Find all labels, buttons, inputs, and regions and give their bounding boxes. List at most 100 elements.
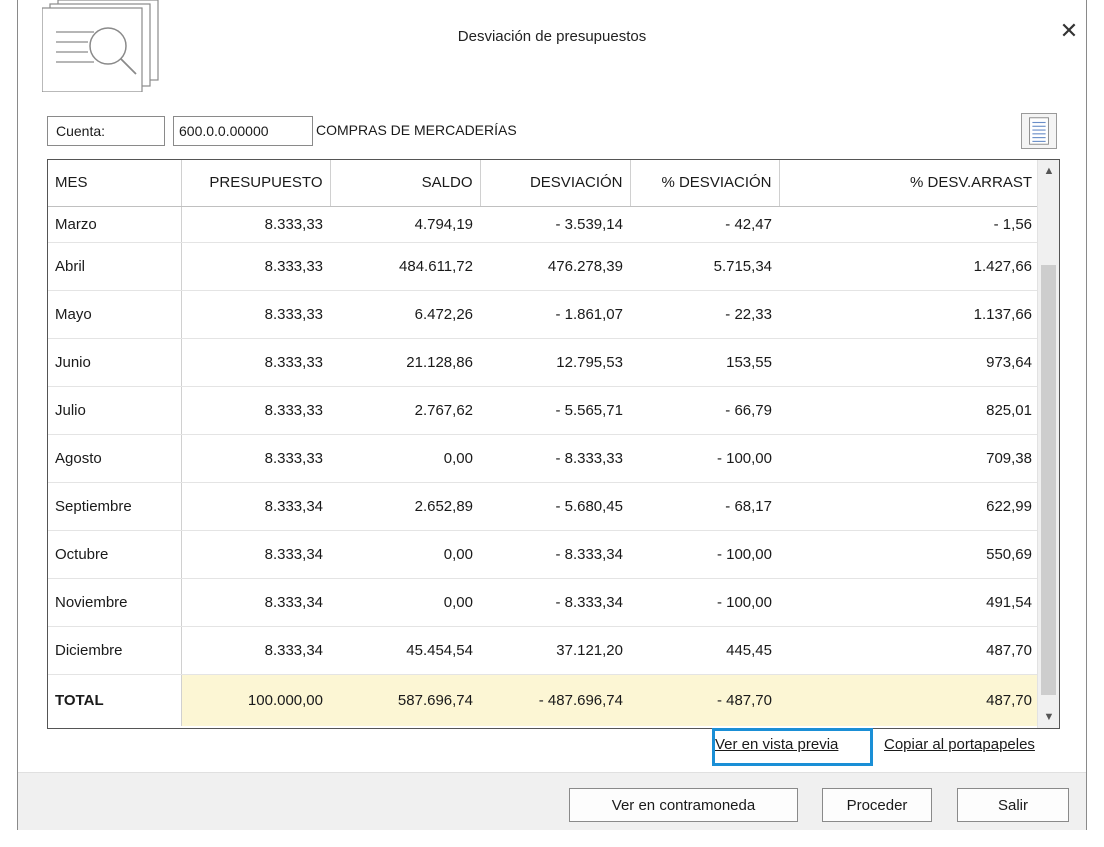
month-cell: Julio [48,386,182,435]
column-header-pct-desviacion[interactable]: % DESVIACIÓN [630,160,780,207]
total-budget-cell: 100.000,00 [181,674,330,726]
table-row[interactable]: Junio 8.333,33 21.128,86 12.795,53 153,5… [48,338,1039,387]
budget-cell: 8.333,33 [181,290,330,339]
budget-cell: 8.333,33 [181,206,330,243]
budget-cell: 8.333,34 [181,482,330,531]
pct-cumulative-cell: 1.137,66 [779,290,1039,339]
table-row[interactable]: Septiembre 8.333,34 2.652,89 - 5.680,45 … [48,482,1039,531]
budget-deviation-grid[interactable]: MES PRESUPUESTO SALDO DESVIACIÓN % DESVI… [47,159,1060,729]
deviation-cell: 37.121,20 [480,626,630,675]
total-deviation-cell: - 487.696,74 [480,674,630,726]
scrollbar-thumb[interactable] [1041,265,1056,695]
balance-cell: 4.794,19 [330,206,480,243]
salir-button[interactable]: Salir [957,788,1069,822]
budget-cell: 8.333,34 [181,530,330,579]
pct-cumulative-cell: - 1,56 [779,206,1039,243]
pct-deviation-cell: - 42,47 [630,206,779,243]
dialog-title: Desviación de presupuestos [457,28,647,45]
budget-table: MES PRESUPUESTO SALDO DESVIACIÓN % DESVI… [48,160,1039,726]
column-header-mes[interactable]: MES [48,160,182,207]
balance-cell: 0,00 [330,434,480,483]
month-cell: Diciembre [48,626,182,675]
column-header-pct-desv-arrast[interactable]: % DESV.ARRAST [779,160,1039,207]
table-row[interactable]: Diciembre 8.333,34 45.454,54 37.121,20 4… [48,626,1039,675]
proceder-button[interactable]: Proceder [822,788,932,822]
balance-cell: 6.472,26 [330,290,480,339]
table-row[interactable]: Marzo 8.333,33 4.794,19 - 3.539,14 - 42,… [48,206,1039,243]
month-cell: Mayo [48,290,182,339]
month-cell: Marzo [48,206,182,243]
document-search-icon [42,0,159,92]
balance-cell: 2.767,62 [330,386,480,435]
dialog-window: Desviación de presupuestos ✕ Cuenta: 600… [17,0,1087,830]
budget-cell: 8.333,33 [181,338,330,387]
scroll-down-icon[interactable]: ▼ [1038,706,1059,728]
contramoneda-button[interactable]: Ver en contramoneda [569,788,798,822]
balance-cell: 2.652,89 [330,482,480,531]
deviation-cell: - 3.539,14 [480,206,630,243]
total-row[interactable]: TOTAL 100.000,00 587.696,74 - 487.696,74… [48,674,1039,726]
month-cell: Noviembre [48,578,182,627]
budget-cell: 8.333,34 [181,626,330,675]
deviation-cell: - 1.861,07 [480,290,630,339]
pct-deviation-cell: 445,45 [630,626,779,675]
month-cell: Abril [48,242,182,291]
deviation-cell: - 8.333,33 [480,434,630,483]
month-cell: Junio [48,338,182,387]
table-header-row: MES PRESUPUESTO SALDO DESVIACIÓN % DESVI… [48,160,1039,207]
table-row[interactable]: Julio 8.333,33 2.767,62 - 5.565,71 - 66,… [48,386,1039,435]
pct-cumulative-cell: 491,54 [779,578,1039,627]
list-icon[interactable] [1021,113,1057,149]
pct-deviation-cell: - 100,00 [630,530,779,579]
preview-link[interactable]: Ver en vista previa [715,736,838,753]
balance-cell: 484.611,72 [330,242,480,291]
budget-cell: 8.333,34 [181,578,330,627]
pct-cumulative-cell: 550,69 [779,530,1039,579]
balance-cell: 0,00 [330,530,480,579]
deviation-cell: - 5.565,71 [480,386,630,435]
pct-deviation-cell: - 100,00 [630,434,779,483]
table-row[interactable]: Mayo 8.333,33 6.472,26 - 1.861,07 - 22,3… [48,290,1039,339]
account-code-field[interactable]: 600.0.0.00000 [173,116,313,146]
table-row[interactable]: Abril 8.333,33 484.611,72 476.278,39 5.7… [48,242,1039,291]
deviation-cell: 12.795,53 [480,338,630,387]
close-icon[interactable]: ✕ [1056,18,1082,44]
budget-cell: 8.333,33 [181,242,330,291]
table-row[interactable]: Noviembre 8.333,34 0,00 - 8.333,34 - 100… [48,578,1039,627]
pct-deviation-cell: 153,55 [630,338,779,387]
pct-deviation-cell: - 100,00 [630,578,779,627]
pct-deviation-cell: - 22,33 [630,290,779,339]
pct-cumulative-cell: 825,01 [779,386,1039,435]
total-balance-cell: 587.696,74 [330,674,480,726]
budget-cell: 8.333,33 [181,434,330,483]
vertical-scrollbar[interactable]: ▲ ▼ [1037,160,1059,728]
balance-cell: 21.128,86 [330,338,480,387]
balance-cell: 45.454,54 [330,626,480,675]
pct-cumulative-cell: 709,38 [779,434,1039,483]
pct-deviation-cell: - 68,17 [630,482,779,531]
pct-cumulative-cell: 1.427,66 [779,242,1039,291]
balance-cell: 0,00 [330,578,480,627]
column-header-desviacion[interactable]: DESVIACIÓN [480,160,631,207]
pct-cumulative-cell: 973,64 [779,338,1039,387]
budget-cell: 8.333,33 [181,386,330,435]
total-pct-deviation-cell: - 487,70 [630,674,779,726]
month-cell: Septiembre [48,482,182,531]
column-header-saldo[interactable]: SALDO [330,160,481,207]
total-label: TOTAL [48,674,182,726]
pct-deviation-cell: - 66,79 [630,386,779,435]
pct-cumulative-cell: 487,70 [779,626,1039,675]
copy-to-clipboard-link[interactable]: Copiar al portapapeles [884,736,1035,753]
table-row[interactable]: Agosto 8.333,33 0,00 - 8.333,33 - 100,00… [48,434,1039,483]
table-row[interactable]: Octubre 8.333,34 0,00 - 8.333,34 - 100,0… [48,530,1039,579]
deviation-cell: - 8.333,34 [480,578,630,627]
pct-deviation-cell: 5.715,34 [630,242,779,291]
account-label: Cuenta: [47,116,165,146]
deviation-cell: - 8.333,34 [480,530,630,579]
month-cell: Agosto [48,434,182,483]
account-name: COMPRAS DE MERCADERÍAS [316,122,517,138]
column-header-presupuesto[interactable]: PRESUPUESTO [181,160,331,207]
pct-cumulative-cell: 622,99 [779,482,1039,531]
deviation-cell: - 5.680,45 [480,482,630,531]
scroll-up-icon[interactable]: ▲ [1038,160,1059,182]
